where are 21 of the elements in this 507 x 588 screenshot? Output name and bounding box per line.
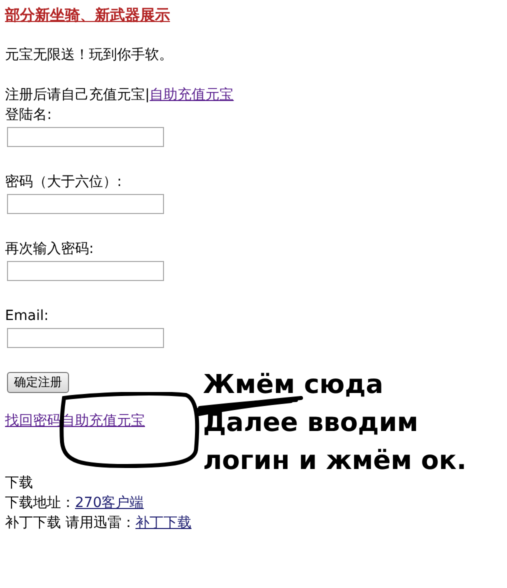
field-label: Email: bbox=[5, 307, 49, 326]
annotation-text: Жмём сюда bbox=[203, 369, 384, 402]
header-link[interactable]: 部分新坐骑、新武器展示 bbox=[5, 6, 170, 25]
downloads-heading: 下载 bbox=[5, 474, 34, 493]
recharge-link[interactable]: 自助充值元宝 bbox=[150, 87, 234, 103]
input-field[interactable] bbox=[7, 261, 164, 281]
field-label: 再次输入密码: bbox=[5, 240, 94, 259]
download-link[interactable]: 270客户端 bbox=[75, 495, 144, 511]
download-link[interactable]: 补丁下载 bbox=[135, 515, 192, 531]
promo-text: 元宝无限送！玩到你手软。 bbox=[5, 46, 173, 65]
input-field[interactable] bbox=[7, 127, 164, 147]
notice-text: 注册后请自己充值元宝| bbox=[5, 87, 150, 103]
annotation-text: Далее вводим bbox=[203, 407, 420, 440]
input-field[interactable] bbox=[7, 194, 164, 214]
register-button[interactable]: 确定注册 bbox=[7, 372, 69, 393]
download-label: 补丁下载 请用迅雷： bbox=[5, 515, 136, 531]
download-label: 下载地址： bbox=[5, 495, 75, 511]
field-label: 登陆名: bbox=[5, 106, 52, 125]
input-field[interactable] bbox=[7, 328, 164, 348]
field-label: 密码（大于六位）: bbox=[5, 173, 122, 192]
annotation-text: логин и жмём ок. bbox=[203, 445, 466, 478]
